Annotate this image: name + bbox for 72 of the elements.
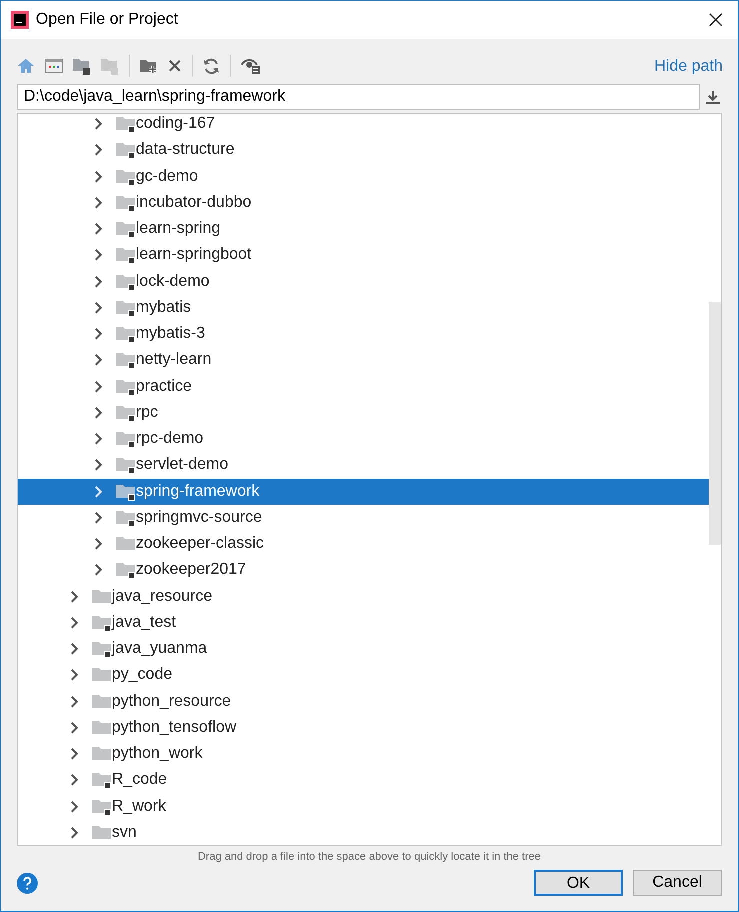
tree-row[interactable]: springmvc-source — [18, 504, 709, 531]
tree-row[interactable]: incubator-dubbo — [18, 190, 709, 216]
chevron-right-icon[interactable] — [70, 774, 80, 786]
show-hidden-icon[interactable] — [241, 57, 261, 75]
tree-row[interactable]: spring-framework — [18, 478, 709, 505]
chevron-right-icon[interactable] — [94, 538, 104, 550]
tree-row[interactable]: learn-spring — [18, 216, 709, 242]
chevron-right-icon[interactable] — [94, 249, 104, 262]
chevron-right-icon[interactable] — [94, 433, 104, 446]
tree-row[interactable]: mybatis-3 — [18, 321, 709, 348]
dialog-button[interactable]: Cancel — [633, 870, 722, 896]
chevron-right-icon[interactable] — [94, 564, 104, 576]
chevron-right-icon[interactable] — [94, 118, 104, 130]
chevron-right-icon[interactable] — [94, 302, 104, 314]
tree-row[interactable]: python_resource — [18, 688, 709, 715]
tree-row[interactable]: python_work — [18, 741, 709, 768]
drag-drop-hint: Drag and drop a file into the space above to quickly locate it in the tree — [196, 850, 542, 865]
hide-path-link[interactable]: Hide path — [654, 55, 723, 79]
chevron-right-icon[interactable] — [70, 826, 80, 839]
chevron-right-icon[interactable] — [94, 328, 104, 340]
chevron-right-icon[interactable] — [70, 616, 80, 629]
download-icon[interactable] — [706, 90, 720, 104]
desktop-icon[interactable] — [45, 59, 63, 73]
tree-row[interactable]: rpc — [18, 400, 709, 426]
tree-row[interactable]: coding-167 — [18, 114, 709, 138]
tree-row[interactable]: zookeeper-classic — [18, 531, 709, 558]
tree-row[interactable]: R_work — [18, 794, 709, 820]
dialog-button[interactable]: OK — [534, 870, 623, 896]
chevron-right-icon[interactable] — [94, 406, 104, 419]
tree-row[interactable]: java_yuanma — [18, 636, 709, 662]
chevron-right-icon[interactable] — [70, 800, 80, 813]
tree-row[interactable]: py_code — [18, 662, 709, 688]
path-field[interactable]: D:\code\java_learn\spring-framework — [17, 84, 700, 110]
tree-row[interactable]: netty-learn — [18, 347, 709, 374]
refresh-icon[interactable] — [203, 58, 220, 74]
tree-row[interactable]: lock-demo — [18, 268, 709, 295]
tree-row[interactable]: svn — [18, 820, 709, 845]
tree-row[interactable]: python_tensoflow — [18, 714, 709, 741]
chevron-right-icon[interactable] — [94, 170, 104, 183]
chevron-right-icon[interactable] — [94, 276, 104, 288]
tree-row[interactable]: java_resource — [18, 584, 709, 610]
scrollbar-thumb[interactable] — [709, 302, 721, 545]
chevron-right-icon[interactable] — [70, 722, 80, 734]
delete-icon[interactable] — [168, 59, 182, 73]
tree-row[interactable]: data-structure — [18, 137, 709, 164]
tree-row[interactable]: learn-springboot — [18, 242, 709, 268]
close-icon[interactable] — [709, 13, 723, 27]
chevron-right-icon[interactable] — [94, 354, 104, 366]
chevron-right-icon[interactable] — [70, 590, 80, 603]
tree-row[interactable]: mybatis — [18, 294, 709, 321]
chevron-right-icon[interactable] — [94, 144, 104, 156]
chevron-right-icon[interactable] — [70, 748, 80, 760]
chevron-right-icon[interactable] — [70, 669, 80, 682]
chevron-right-icon[interactable] — [94, 196, 104, 209]
chevron-right-icon[interactable] — [70, 696, 80, 708]
new-folder-icon[interactable] — [140, 58, 158, 74]
chevron-right-icon[interactable] — [94, 380, 104, 393]
tree-row[interactable]: gc-demo — [18, 164, 709, 190]
tree-row[interactable]: rpc-demo — [18, 426, 709, 452]
tree-row[interactable]: zookeeper2017 — [18, 557, 709, 584]
window-title: Open File or Project — [36, 10, 178, 30]
chevron-right-icon[interactable] — [70, 643, 80, 656]
chevron-right-icon[interactable] — [94, 223, 104, 236]
tree-row[interactable]: practice — [18, 374, 709, 400]
chevron-right-icon[interactable] — [94, 512, 104, 524]
module-folder-icon[interactable] — [73, 57, 91, 75]
app-logo-icon — [11, 11, 29, 29]
help-icon[interactable] — [17, 872, 38, 894]
chevron-right-icon[interactable] — [94, 459, 104, 472]
tree-row[interactable]: java_test — [18, 610, 709, 636]
tree-row[interactable]: servlet-demo — [18, 452, 709, 478]
tree-row[interactable]: R_code — [18, 767, 709, 794]
